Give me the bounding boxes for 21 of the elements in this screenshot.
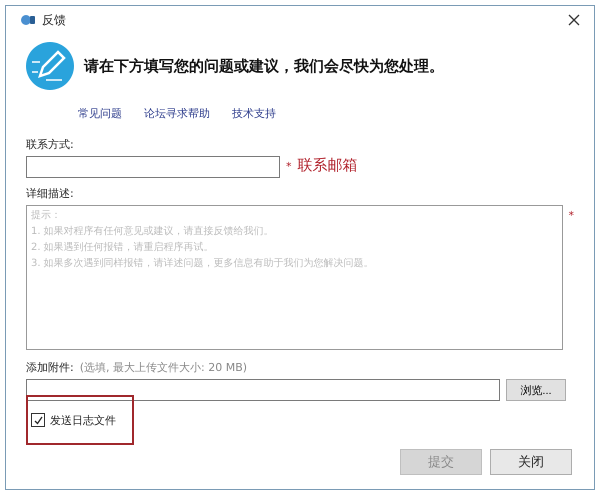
contact-label: 联系方式:: [26, 137, 75, 152]
help-link[interactable]: 常见问题: [78, 106, 122, 121]
help-link[interactable]: 技术支持: [232, 106, 276, 121]
dialog-button[interactable]: 关闭: [490, 449, 572, 475]
window-title: 反馈: [42, 12, 67, 28]
checkbox-label: 发送日志文件: [50, 412, 116, 428]
heading: 请在下方填写您的问题或建议，我们会尽快为您处理。: [84, 56, 444, 76]
attachment-hint: (选填, 最大上传文件大小: 20 MB): [80, 360, 248, 375]
app-icon: [20, 14, 36, 26]
attachment-field[interactable]: [26, 379, 500, 401]
browse-button[interactable]: 浏览...: [506, 379, 566, 401]
required-mark: *: [568, 209, 574, 222]
attachment-label: 添加附件:: [26, 360, 74, 375]
email-note: 联系邮箱: [298, 156, 358, 175]
help-link[interactable]: 论坛寻求帮助: [144, 106, 210, 121]
description-label: 详细描述:: [26, 186, 75, 201]
contact-field[interactable]: [26, 156, 280, 178]
description-field[interactable]: 提示： 1. 如果对程序有任何意见或建议，请直接反馈给我们。 2. 如果遇到任何报错，请重启程序再试。 3. 如果多次遇到同样报错，请详述问题，更多信息有助于我们为您解决问题。: [26, 205, 562, 350]
pencil-icon: [26, 42, 74, 90]
required-mark: *: [286, 160, 292, 173]
checkbox[interactable]: [31, 413, 45, 427]
